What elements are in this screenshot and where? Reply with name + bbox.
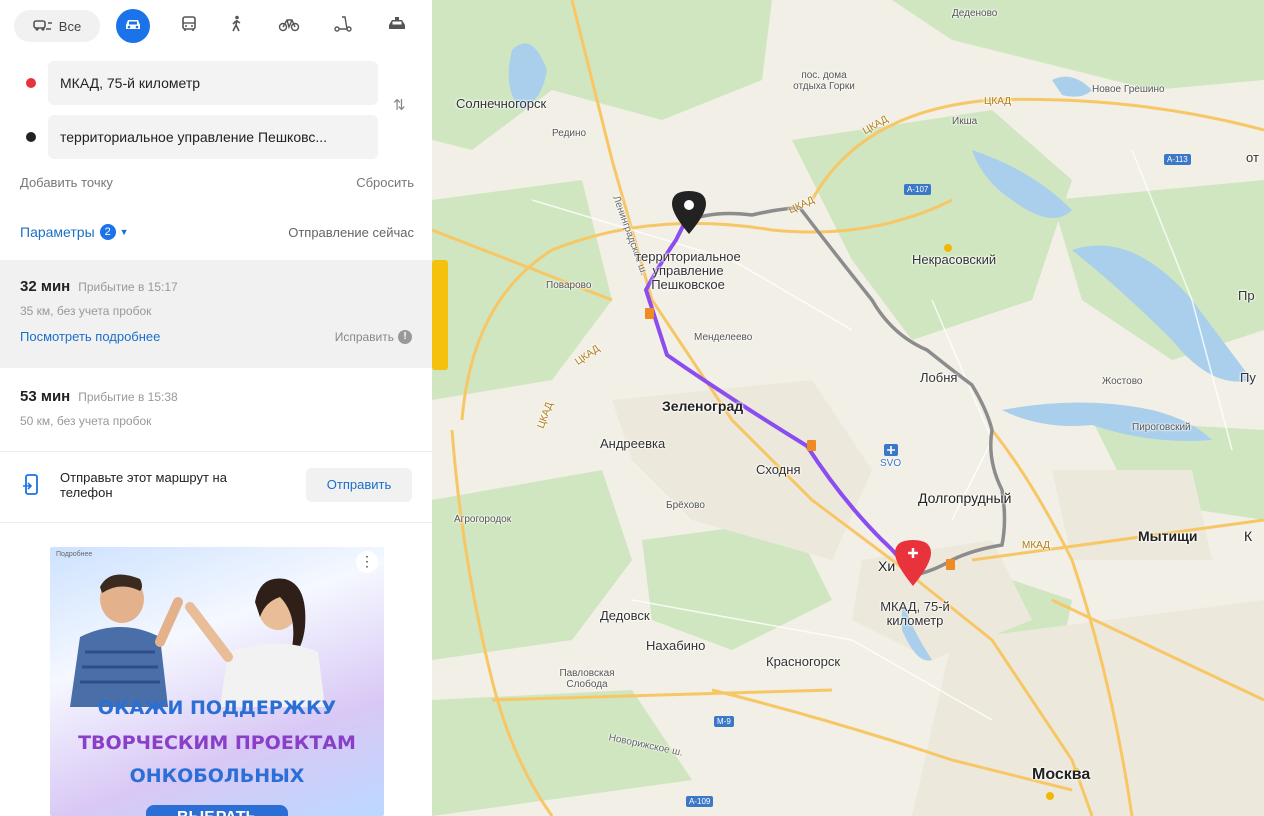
place-label: Некрасовский <box>912 252 997 267</box>
place-label: Брёхово <box>666 500 705 511</box>
advertisement-banner[interactable]: Подробнее ⋮ ОКАЖИ ПОДДЕРЖКУ ТВОРЧЕСКИМ П… <box>50 547 384 816</box>
place-label: Солнечногорск <box>456 96 547 111</box>
route-option[interactable]: 53 мин Прибытие в 15:38 50 км, без учета … <box>0 368 432 452</box>
route-sidebar: Все МКАД, 75-й километр ⇅ территориально… <box>0 0 432 816</box>
mode-scooter-button[interactable] <box>328 10 358 42</box>
place-label: К <box>1244 528 1253 544</box>
add-point-link[interactable]: Добавить точку <box>20 175 113 190</box>
place-label: Новое Грешино <box>1092 84 1165 95</box>
bicycle-icon <box>278 16 300 37</box>
ad-choose-button[interactable]: ВЫБРАТЬ <box>146 805 288 816</box>
place-label: Москва <box>1032 766 1091 783</box>
highway-badge: M-9 <box>714 716 734 727</box>
map-canvas <box>432 0 1264 816</box>
route-details: 35 км, без учета пробок <box>20 304 152 318</box>
road-label: ЦКАД <box>984 96 1011 107</box>
highway-badge: A-107 <box>904 184 932 195</box>
from-input[interactable]: МКАД, 75-й километр <box>48 61 378 105</box>
pedestrian-icon <box>229 15 245 38</box>
place-label: Лобня <box>920 370 958 385</box>
end-point-label: территориальное управление Пешковское <box>635 249 741 292</box>
scooter-icon <box>333 15 353 38</box>
chevron-down-icon: ▼ <box>119 227 129 237</box>
swap-points-icon[interactable]: ⇅ <box>393 96 406 114</box>
poi-dot <box>1046 792 1054 800</box>
params-count-badge: 2 <box>99 224 116 240</box>
end-point-icon <box>26 132 36 142</box>
bus-icon <box>180 15 198 38</box>
place-label: пос. дома отдыха Горки <box>793 70 855 92</box>
params-label: Параметры <box>20 224 95 240</box>
mode-bicycle-button[interactable] <box>274 10 304 42</box>
route-more-link[interactable]: Посмотреть подробнее <box>20 329 160 344</box>
side-panel-tab[interactable] <box>432 260 448 370</box>
place-label: Мытищи <box>1138 528 1198 544</box>
route-point-to: территориальное управление Пешковс... <box>14 115 378 159</box>
place-label: Поварово <box>546 280 592 291</box>
place-label: Редино <box>552 128 587 139</box>
highway-badge: A-109 <box>686 796 714 807</box>
place-label: Павловская Слобода <box>559 668 615 690</box>
place-label: Дедовск <box>600 608 650 623</box>
poi-dot <box>944 244 952 252</box>
all-transport-icon <box>32 17 53 36</box>
map-view[interactable]: Деденово Солнечногорск Редино пос. дома … <box>432 0 1264 816</box>
phone-icon <box>22 474 40 501</box>
highway-badge: A-113 <box>1164 154 1191 165</box>
route-point-from: МКАД, 75-й километр <box>14 61 378 105</box>
place-label: Пр <box>1238 288 1255 303</box>
send-button[interactable]: Отправить <box>306 468 412 502</box>
place-label: Деденово <box>952 8 998 19</box>
departure-time-selector[interactable]: Отправление сейчас <box>288 225 414 240</box>
airport-label: SVO <box>880 458 902 469</box>
route-fix-link[interactable]: Исправить! <box>335 328 412 346</box>
place-label: Нахабино <box>646 638 706 653</box>
end-point-pin[interactable] <box>672 191 706 234</box>
mode-taxi-button[interactable] <box>382 10 412 42</box>
place-label: Пу <box>1240 370 1256 385</box>
place-label: Жостово <box>1102 376 1143 387</box>
ad-people-illustration <box>70 574 325 707</box>
send-to-phone-text: Отправьте этот маршрут на телефон <box>60 470 227 500</box>
mode-bus-button[interactable] <box>174 10 204 42</box>
place-label: Зеленоград <box>662 398 744 414</box>
ad-headline-line1: ОКАЖИ ПОДДЕРЖКУ <box>97 697 337 719</box>
send-to-phone-panel: Отправьте этот маршрут на телефон Отправ… <box>0 452 432 523</box>
to-input[interactable]: территориальное управление Пешковс... <box>48 115 378 159</box>
route-time: 53 мин <box>20 388 71 405</box>
place-label: Пироговский <box>1132 422 1191 433</box>
mode-all-button[interactable]: Все <box>14 10 100 42</box>
place-label: от <box>1246 150 1259 165</box>
car-icon <box>123 16 143 37</box>
place-label: Хи <box>878 558 896 574</box>
start-point-icon <box>26 78 36 88</box>
mode-all-label: Все <box>58 18 82 34</box>
place-label: Красногорск <box>766 654 841 669</box>
route-arrival: Прибытие в 15:38 <box>78 390 178 404</box>
ad-headline-line3: ОНКОБОЛЬНЫХ <box>129 765 305 787</box>
reset-link[interactable]: Сбросить <box>356 175 414 190</box>
transport-modes: Все <box>14 8 424 44</box>
params-button[interactable]: Параметры 2 ▼ <box>20 224 129 240</box>
place-label: Икша <box>952 116 978 127</box>
place-label: Сходня <box>756 462 801 477</box>
place-label: Андреевка <box>600 436 666 451</box>
place-label: Менделеево <box>694 332 753 343</box>
route-fix-label: Исправить <box>334 330 394 344</box>
road-label: МКАД <box>1022 540 1050 551</box>
ad-headline-line2: ТВОРЧЕСКИМ ПРОЕКТАМ <box>78 732 356 754</box>
airport-icon <box>884 444 898 456</box>
info-icon: ! <box>398 329 412 344</box>
route-option[interactable]: 32 мин Прибытие в 15:17 35 км, без учета … <box>0 260 432 368</box>
route-details: 50 км, без учета пробок <box>20 414 152 428</box>
mode-pedestrian-button[interactable] <box>222 10 252 42</box>
taxi-icon <box>387 16 407 37</box>
route-arrival: Прибытие в 15:17 <box>78 280 178 294</box>
place-label: Агрогородок <box>454 514 512 525</box>
start-point-label: МКАД, 75-й километр <box>880 599 950 628</box>
place-label: Долгопрудный <box>918 490 1012 506</box>
mode-car-button[interactable] <box>116 9 150 43</box>
route-time: 32 мин <box>20 278 71 295</box>
